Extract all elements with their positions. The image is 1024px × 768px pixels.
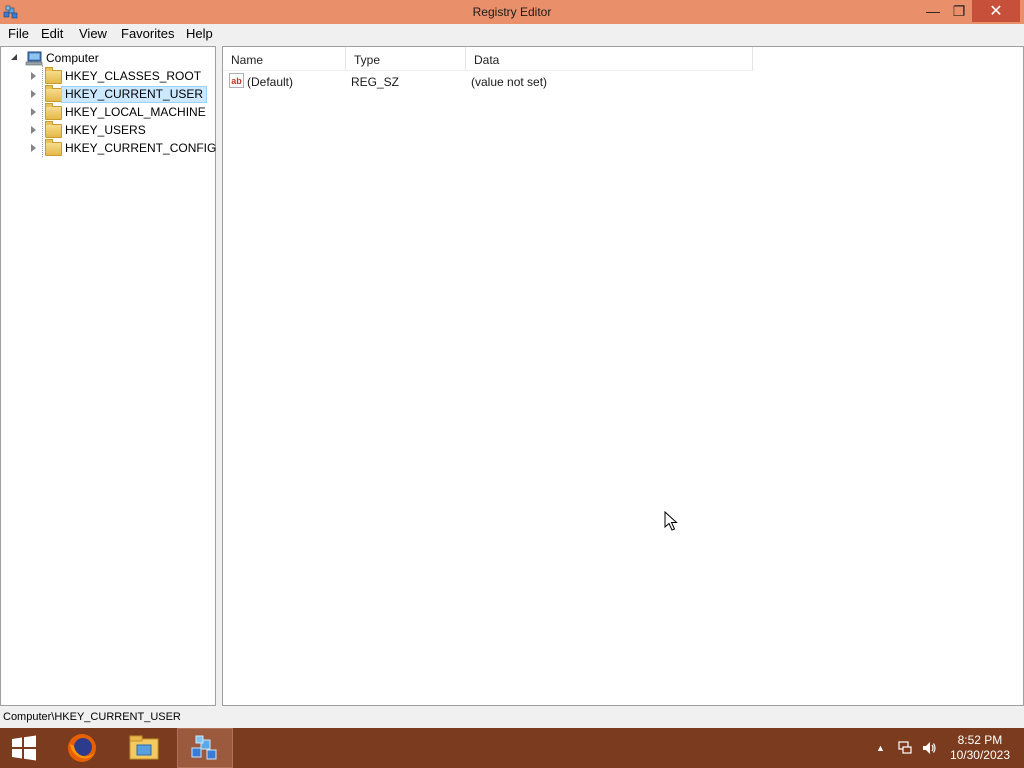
- close-icon: ✕: [989, 3, 1003, 20]
- clock-date: 10/30/2023: [949, 748, 1010, 762]
- key-tree[interactable]: Computer HKEY_CLASSES_ROOT HKEY_CURRENT_…: [0, 46, 216, 706]
- folder-icon: [129, 735, 159, 760]
- tree-item-hkey-users[interactable]: HKEY_USERS: [31, 121, 215, 140]
- mouse-cursor-icon: [664, 511, 678, 531]
- regedit-icon: [191, 735, 217, 760]
- tree-label: HKEY_LOCAL_MACHINE: [65, 105, 206, 119]
- minimize-button[interactable]: —: [920, 0, 946, 22]
- column-header-type[interactable]: Type: [346, 47, 466, 71]
- clock-time: 8:52 PM: [957, 733, 1003, 747]
- system-tray: ▲: [876, 728, 937, 768]
- collapse-toggle-icon[interactable]: [31, 72, 36, 80]
- collapse-toggle-icon[interactable]: [31, 144, 36, 152]
- title-bar: Registry Editor — ❐ ✕: [0, 0, 1024, 24]
- minimize-icon: —: [926, 3, 940, 19]
- tree-item-hkey-current-user[interactable]: HKEY_CURRENT_USER: [31, 85, 215, 104]
- collapse-toggle-icon[interactable]: [31, 108, 36, 116]
- tree-label: HKEY_CURRENT_CONFIG: [65, 141, 217, 155]
- menu-favorites[interactable]: Favorites: [119, 26, 176, 41]
- tree-item-hkey-classes-root[interactable]: HKEY_CLASSES_ROOT: [31, 67, 215, 86]
- menu-view[interactable]: View: [77, 26, 109, 41]
- taskbar-file-explorer[interactable]: [116, 728, 172, 768]
- expand-toggle-icon[interactable]: [11, 54, 17, 60]
- start-button[interactable]: [0, 728, 48, 768]
- tree-label: HKEY_CLASSES_ROOT: [65, 69, 202, 83]
- clock[interactable]: 8:52 PM 10/30/2023: [950, 733, 1010, 763]
- menu-file[interactable]: File: [6, 26, 31, 41]
- firefox-icon: [68, 734, 96, 762]
- taskbar-registry-editor[interactable]: [177, 728, 233, 768]
- tree-label-selected: HKEY_CURRENT_USER: [61, 86, 208, 103]
- folder-icon: [45, 103, 62, 120]
- show-hidden-icons-icon[interactable]: ▲: [876, 743, 885, 753]
- values-list[interactable]: Name Type Data ab (Default) REG_SZ (valu…: [222, 46, 1024, 706]
- close-button[interactable]: ✕: [972, 0, 1020, 22]
- folder-icon: [45, 85, 62, 102]
- computer-icon: [25, 51, 43, 66]
- taskbar: ▲ 8:52 PM 10/30/2023: [0, 728, 1024, 768]
- value-type: REG_SZ: [351, 75, 400, 89]
- column-header-name[interactable]: Name: [223, 47, 346, 71]
- value-name: (Default): [247, 75, 294, 89]
- tree-label-computer: Computer: [46, 51, 99, 65]
- column-header-data[interactable]: Data: [466, 47, 753, 71]
- tree-item-hkey-current-config[interactable]: HKEY_CURRENT_CONFIG: [31, 139, 216, 158]
- value-row[interactable]: ab (Default) REG_SZ (value not set): [223, 73, 1023, 91]
- maximize-button[interactable]: ❐: [946, 0, 972, 22]
- folder-icon: [45, 67, 62, 84]
- collapse-toggle-icon[interactable]: [31, 90, 36, 98]
- menu-edit[interactable]: Edit: [39, 26, 65, 41]
- network-icon[interactable]: [897, 740, 913, 756]
- collapse-toggle-icon[interactable]: [31, 126, 36, 134]
- tree-item-computer[interactable]: Computer: [11, 50, 211, 68]
- taskbar-firefox[interactable]: [54, 728, 110, 768]
- string-value-icon: ab: [229, 73, 244, 88]
- volume-icon[interactable]: [921, 740, 937, 756]
- menu-bar: File Edit View Favorites Help: [0, 24, 1024, 44]
- tree-label: HKEY_USERS: [65, 123, 146, 137]
- menu-help[interactable]: Help: [184, 26, 215, 41]
- folder-icon: [45, 121, 62, 138]
- value-data: (value not set): [471, 75, 548, 89]
- windows-logo-icon: [12, 735, 36, 761]
- tree-item-hkey-local-machine[interactable]: HKEY_LOCAL_MACHINE: [31, 103, 215, 122]
- restore-icon: ❐: [952, 2, 966, 19]
- window-title: Registry Editor: [472, 5, 552, 19]
- folder-icon: [45, 139, 62, 156]
- status-path: Computer\HKEY_CURRENT_USER: [3, 711, 181, 723]
- status-bar: Computer\HKEY_CURRENT_USER: [0, 708, 1024, 728]
